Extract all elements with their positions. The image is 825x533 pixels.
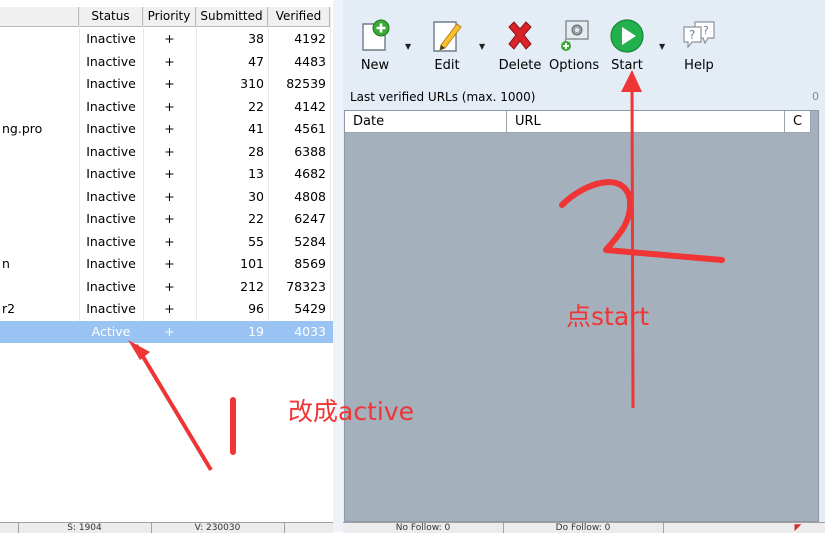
annotation-arrowhead-1	[128, 340, 150, 360]
annotation-overlay	[128, 70, 725, 472]
annotation-arrowhead-2	[621, 70, 642, 92]
annotation-step1-text: 改成active	[288, 397, 414, 426]
annotation-number-2	[559, 179, 725, 263]
annotation-step2-text: 点start	[566, 302, 650, 331]
annotation-arrow-to-start	[630, 84, 635, 409]
annotation-arrow-to-active	[134, 343, 213, 472]
